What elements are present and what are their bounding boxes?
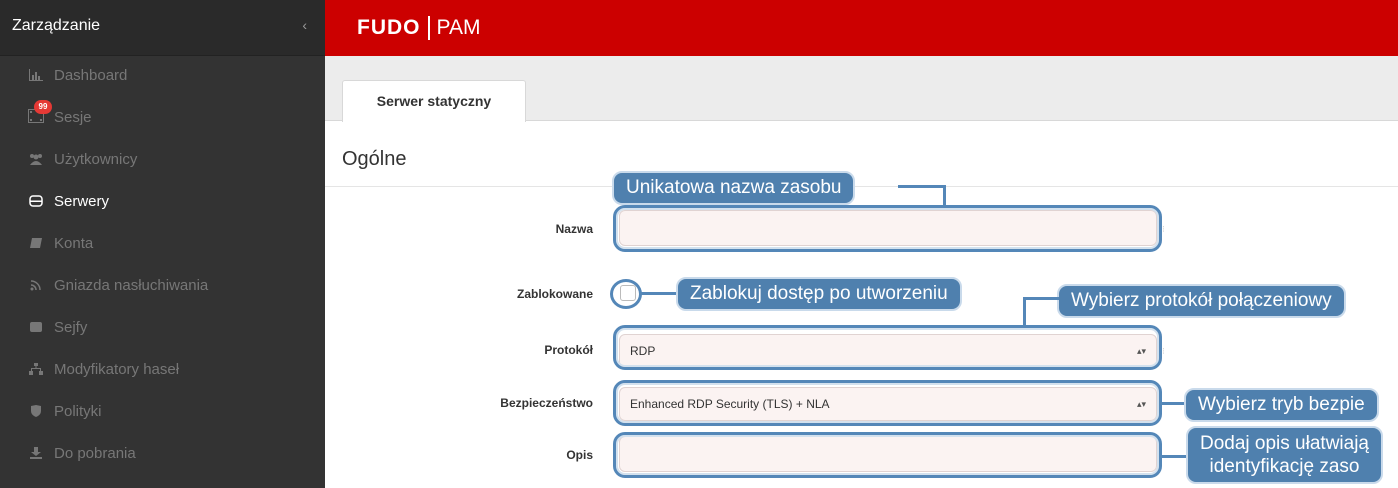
- sidebar-item-policies[interactable]: Polityki: [0, 392, 325, 434]
- name-highlight: [613, 205, 1162, 252]
- callout-connector: [1161, 455, 1188, 458]
- users-icon: [26, 150, 46, 170]
- account-icon: [26, 234, 46, 254]
- security-callout: Wybierz tryb bezpie: [1184, 388, 1379, 422]
- description-highlight: [613, 432, 1162, 478]
- chevron-left-icon[interactable]: ‹: [302, 10, 307, 40]
- sidebar: Zarządzanie ‹ Dashboard 99 Sesje Użytkow…: [0, 0, 325, 488]
- fudo-pam-logo[interactable]: FUDO PAM: [357, 12, 480, 44]
- logo-separator: [427, 16, 430, 40]
- section-title: Ogólne: [342, 148, 407, 170]
- sidebar-item-label: Polityki: [54, 403, 102, 420]
- callout-connector: [1161, 402, 1186, 405]
- sidebar-item-accounts[interactable]: Konta: [0, 224, 325, 266]
- server-icon: [26, 192, 46, 212]
- sidebar-item-label: Dashboard: [54, 67, 128, 84]
- sidebar-item-password-modifiers[interactable]: Modyfikatory haseł: [0, 350, 325, 392]
- tab-bar: Serwer statyczny: [325, 56, 1398, 122]
- protocol-highlight: [613, 325, 1162, 370]
- description-callout-line2: identyfikację zaso: [1209, 456, 1360, 477]
- sidebar-item-label: Serwery: [54, 193, 110, 210]
- top-bar: FUDO PAM: [325, 0, 1398, 56]
- description-callout-line1: Dodaj opis ułatwiają: [1200, 433, 1369, 454]
- callout-connector: [943, 185, 946, 207]
- sidebar-header: Zarządzanie ‹: [0, 0, 325, 56]
- app-root: Zarządzanie ‹ Dashboard 99 Sesje Użytkow…: [0, 0, 1398, 488]
- callout-connector: [641, 292, 678, 295]
- sidebar-item-label: Sejfy: [54, 319, 88, 336]
- blocked-label: Zablokowane: [516, 287, 593, 301]
- sidebar-item-listeners[interactable]: Gniazda nasłuchiwania: [0, 266, 325, 308]
- sidebar-item-users[interactable]: Użytkownicy: [0, 140, 325, 182]
- sidebar-item-servers[interactable]: Serwery: [0, 182, 325, 224]
- protocol-callout: Wybierz protokół połączeniowy: [1057, 284, 1346, 318]
- section-divider: [325, 186, 1398, 187]
- logo-product-text: PAM: [436, 16, 481, 39]
- shield-icon: [26, 402, 46, 422]
- sidebar-item-label: Do pobrania: [54, 445, 136, 462]
- sidebar-item-sessions[interactable]: 99 Sesje: [0, 98, 325, 140]
- sidebar-item-label: Modyfikatory haseł: [54, 361, 180, 378]
- callout-connector: [898, 185, 946, 188]
- sidebar-title: Zarządzanie: [12, 17, 101, 34]
- description-callout: Dodaj opis ułatwiają identyfikację zaso: [1186, 426, 1383, 484]
- callout-connector: [1025, 297, 1059, 300]
- description-label: Opis: [566, 448, 593, 462]
- sidebar-item-safes[interactable]: Sejfy: [0, 308, 325, 350]
- sidebar-item-dashboard[interactable]: Dashboard: [0, 56, 325, 98]
- sidebar-item-downloads[interactable]: Do pobrania: [0, 434, 325, 476]
- name-field-hint-icon: ⁝: [1162, 224, 1165, 234]
- sessions-count-badge: 99: [34, 100, 52, 114]
- safe-icon: [26, 318, 46, 338]
- blocked-callout: Zablokuj dostęp po utworzeniu: [676, 277, 962, 311]
- chart-icon: [26, 66, 46, 86]
- logo-main-text: FUDO: [357, 16, 421, 39]
- name-callout: Unikatowa nazwa zasobu: [612, 171, 856, 205]
- sidebar-item-label: Konta: [54, 235, 94, 252]
- protocol-field-hint-icon: ⁝: [1162, 346, 1165, 356]
- sidebar-item-label: Gniazda nasłuchiwania: [54, 277, 209, 294]
- rss-icon: [26, 276, 46, 296]
- security-label: Bezpieczeństwo: [500, 396, 593, 410]
- sidebar-item-label: Użytkownicy: [54, 151, 138, 168]
- protocol-label: Protokół: [544, 343, 593, 357]
- callout-connector: [1023, 297, 1026, 327]
- sidebar-item-label: Sesje: [54, 109, 92, 126]
- security-highlight: [613, 380, 1162, 426]
- blocked-highlight: [610, 279, 642, 309]
- tab-static-server[interactable]: Serwer statyczny: [342, 80, 526, 122]
- name-label: Nazwa: [555, 222, 593, 236]
- sitemap-icon: [26, 360, 46, 380]
- download-icon: [26, 444, 46, 464]
